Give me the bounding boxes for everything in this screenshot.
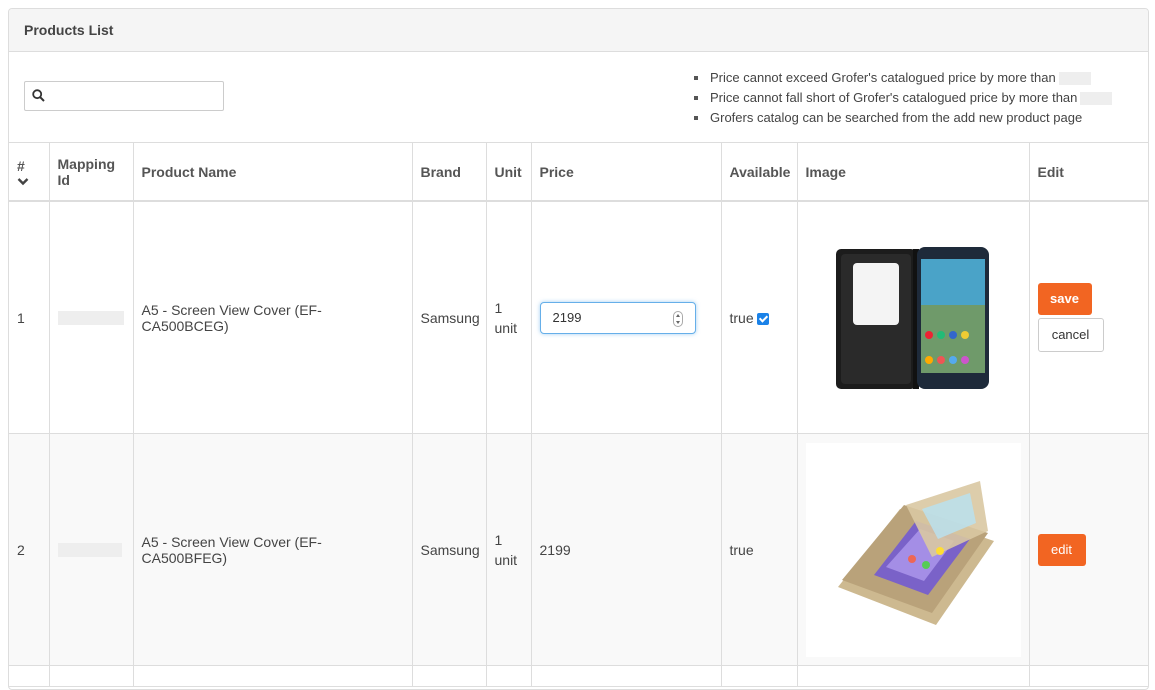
spinner-icon[interactable] [672,310,683,327]
image-cell [797,433,1030,666]
table-row [9,665,1148,687]
price-input[interactable]: 2199 [539,301,696,334]
note-item: Price cannot exceed Grofer's catalogued … [694,68,1112,88]
row-num: 2 [9,433,50,666]
available: true [721,433,798,666]
table-row: 1 A5 - Screen View Cover (EF-CA500BCEG) … [9,201,1148,434]
mapping-id-cell [49,433,134,666]
save-button[interactable]: save [1037,283,1092,315]
cancel-button[interactable]: cancel [1037,318,1104,352]
header-available: Available [721,143,798,202]
note-item: Grofers catalog can be searched from the… [694,108,1112,128]
search-box[interactable] [24,81,224,111]
note-item: Price cannot fall short of Grofer's cata… [694,88,1113,108]
table-header-row: # Mapping Id Product Name Brand Unit Pri… [9,143,1148,202]
header-unit: Unit [486,143,532,202]
header-product-name: Product Name [133,143,413,202]
actions-cell: save cancel [1029,201,1148,434]
chevron-down-icon[interactable] [17,177,29,186]
toolbar: Price cannot exceed Grofer's catalogued … [9,52,1148,143]
row-num: 1 [9,201,50,434]
header-mapping-id: Mapping Id [49,143,134,202]
redacted-mapping-id [57,542,122,557]
price: 2199 [531,433,722,666]
unit: 1 unit [486,201,532,434]
product-name: A5 - Screen View Cover (EF-CA500BFEG) [133,433,413,666]
redacted-value [1058,72,1091,86]
header-edit: Edit [1029,143,1148,202]
edit-button[interactable]: edit [1037,533,1086,566]
header-num[interactable]: # [9,143,50,202]
header-price: Price [531,143,722,202]
panel-title: Products List [9,9,1148,52]
product-name: A5 - Screen View Cover (EF-CA500BCEG) [133,201,413,434]
available-cell: true [721,201,798,434]
products-panel: Products List Price cannot exceed Grofer… [8,8,1149,690]
black-flip-cover-phone-image [836,246,989,389]
product-image [805,442,1021,657]
product-image [805,237,1021,398]
mapping-id-cell [49,201,134,434]
header-brand: Brand [412,143,487,202]
search-icon [32,89,45,102]
header-image: Image [797,143,1030,202]
gold-flip-cover-phone-image [838,480,994,625]
available-checkbox[interactable] [756,312,769,325]
brand: Samsung [412,201,487,434]
image-cell [797,201,1030,434]
products-table: # Mapping Id Product Name Brand Unit Pri… [9,143,1148,687]
brand: Samsung [412,433,487,666]
actions-cell: edit [1029,433,1148,666]
redacted-value [1080,92,1113,106]
table-row: 2 A5 - Screen View Cover (EF-CA500BFEG) … [9,433,1148,666]
unit: 1 unit [486,433,532,666]
price-notes: Price cannot exceed Grofer's catalogued … [694,68,1113,128]
redacted-mapping-id [57,310,124,325]
price-cell: 2199 [531,201,722,434]
search-input[interactable] [51,84,221,108]
